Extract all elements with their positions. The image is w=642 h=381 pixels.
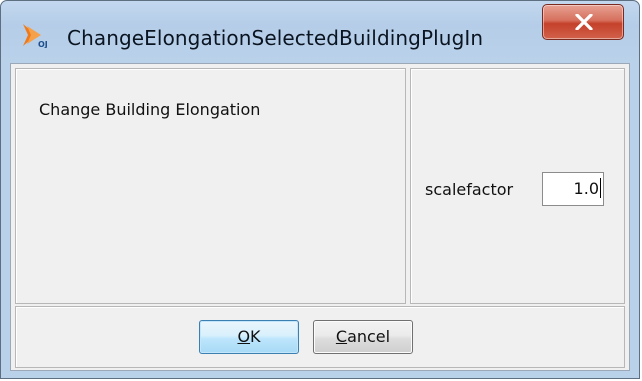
svg-text:OJ: OJ xyxy=(38,40,48,48)
scalefactor-input[interactable]: 1.0 xyxy=(542,172,604,206)
ok-button[interactable]: OK xyxy=(199,320,299,354)
cancel-button[interactable]: Cancel xyxy=(313,320,413,354)
description-panel: Change Building Elongation xyxy=(15,68,406,304)
openjump-icon: OJ xyxy=(21,22,51,49)
parameters-panel: scalefactor 1.0 xyxy=(410,68,625,304)
scalefactor-label: scalefactor xyxy=(425,180,514,199)
dialog-content: Change Building Elongation scalefactor 1… xyxy=(10,63,630,371)
description-text: Change Building Elongation xyxy=(39,100,261,119)
button-bar: OK Cancel xyxy=(15,306,625,368)
window-title: ChangeElongationSelectedBuildingPlugIn xyxy=(67,26,484,50)
close-button[interactable] xyxy=(542,4,624,40)
ok-label-rest: K xyxy=(250,327,261,346)
cancel-mnemonic: C xyxy=(335,327,348,346)
dialog-window: OJ ChangeElongationSelectedBuildingPlugI… xyxy=(0,0,640,379)
title-bar[interactable]: OJ ChangeElongationSelectedBuildingPlugI… xyxy=(1,1,639,63)
scalefactor-value: 1.0 xyxy=(573,179,599,198)
close-x-icon xyxy=(575,14,593,30)
text-caret xyxy=(600,178,601,198)
cancel-label-rest: ancel xyxy=(347,327,391,346)
ok-mnemonic: O xyxy=(237,327,251,346)
